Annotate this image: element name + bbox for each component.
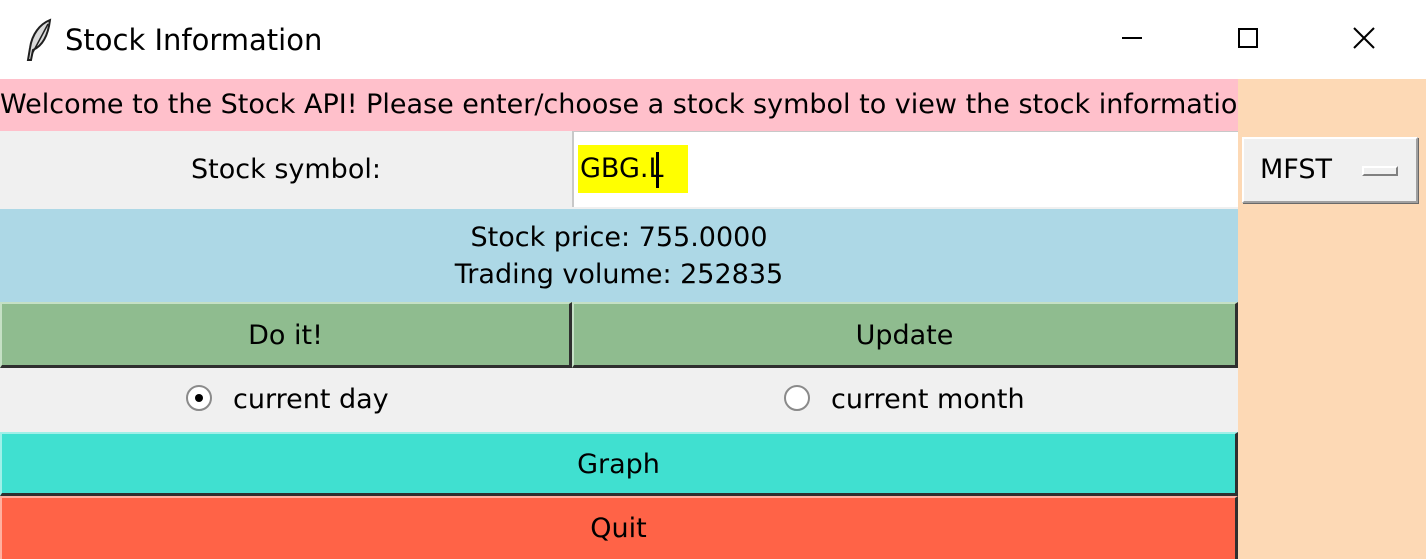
close-button[interactable] bbox=[1306, 0, 1422, 79]
dropdown-indicator-icon bbox=[1362, 166, 1398, 176]
period-radio-group: current day current month bbox=[0, 368, 1238, 432]
stock-symbol-label: Stock symbol: bbox=[191, 154, 381, 185]
app-window: Stock Information Welcome to the Stock A… bbox=[0, 0, 1426, 559]
text-caret bbox=[656, 152, 659, 188]
minimize-button[interactable] bbox=[1074, 0, 1190, 79]
graph-button[interactable]: Graph bbox=[0, 432, 1238, 496]
radio-unchecked-icon[interactable] bbox=[784, 385, 810, 411]
maximize-icon bbox=[1237, 27, 1259, 53]
update-button[interactable]: Update bbox=[572, 302, 1238, 368]
title-bar[interactable]: Stock Information bbox=[0, 0, 1426, 79]
radio-current-day[interactable]: current day bbox=[186, 368, 389, 432]
feather-icon bbox=[24, 18, 54, 62]
radio-current-day-label: current day bbox=[233, 384, 389, 415]
stock-symbol-input[interactable]: GBG.L bbox=[572, 131, 1238, 207]
close-icon bbox=[1352, 26, 1376, 54]
radio-checked-icon[interactable] bbox=[186, 385, 212, 411]
window-title: Stock Information bbox=[65, 23, 323, 57]
do-it-button[interactable]: Do it! bbox=[0, 302, 572, 368]
maximize-button[interactable] bbox=[1190, 0, 1306, 79]
radio-current-month-label: current month bbox=[831, 384, 1025, 415]
welcome-banner: Welcome to the Stock API! Please enter/c… bbox=[0, 79, 1238, 131]
radio-current-month[interactable]: current month bbox=[784, 368, 1025, 432]
trading-volume-text: Trading volume: 252835 bbox=[454, 259, 784, 290]
symbol-row: Stock symbol: GBG.L bbox=[0, 131, 1238, 209]
dropdown-selected-value: MFST bbox=[1260, 154, 1332, 185]
symbol-dropdown[interactable]: MFST bbox=[1242, 137, 1418, 203]
minimize-icon bbox=[1121, 27, 1143, 53]
quit-button[interactable]: Quit bbox=[0, 496, 1238, 559]
stock-price-text: Stock price: 755.0000 bbox=[470, 222, 768, 253]
stock-symbol-value: GBG.L bbox=[578, 145, 688, 193]
stock-info-panel: Stock price: 755.0000 Trading volume: 25… bbox=[0, 209, 1238, 302]
